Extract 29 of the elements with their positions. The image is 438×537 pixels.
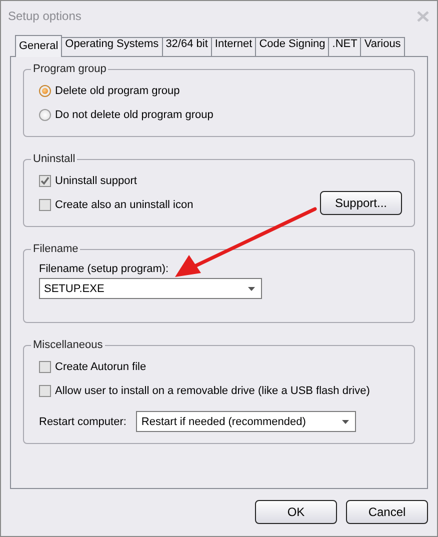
tab[interactable]: General xyxy=(15,35,62,57)
option-label: Allow user to install on a removable drive (like a USB flash drive) xyxy=(55,385,370,397)
group-title: Uninstall xyxy=(32,153,76,165)
dropdown-field[interactable]: Restart if needed (recommended) xyxy=(136,411,356,432)
ok-button[interactable]: OK xyxy=(255,500,337,524)
checkbox[interactable] xyxy=(39,175,51,187)
option-label: Delete old program group xyxy=(55,85,180,97)
field-label: Filename (setup program): xyxy=(39,263,170,275)
window-title: Setup options xyxy=(8,9,82,23)
group-title: Program group xyxy=(32,63,108,75)
dropdown-arrow-icon xyxy=(342,420,350,424)
close-icon[interactable] xyxy=(417,10,429,22)
field-label: Restart computer: xyxy=(39,416,126,428)
radio-button[interactable] xyxy=(39,85,51,97)
checkbox[interactable] xyxy=(39,385,51,397)
checkbox[interactable] xyxy=(39,361,51,373)
cancel-button[interactable]: Cancel xyxy=(346,500,428,524)
radio-button[interactable] xyxy=(39,109,51,121)
group-title: Filename xyxy=(32,243,80,255)
group-title: Miscellaneous xyxy=(32,339,104,351)
checkbox[interactable] xyxy=(39,199,51,211)
support-button[interactable]: Support... xyxy=(320,191,402,215)
option-label: Create Autorun file xyxy=(55,361,146,373)
dropdown-arrow-icon xyxy=(248,286,255,290)
tab[interactable]: Various xyxy=(360,37,405,56)
option-label: Do not delete old program group xyxy=(55,109,214,121)
dropdown-field[interactable]: SETUP.EXE xyxy=(39,278,262,299)
option-label: Uninstall support xyxy=(55,175,137,187)
option-label: Create also an uninstall icon xyxy=(55,199,194,211)
